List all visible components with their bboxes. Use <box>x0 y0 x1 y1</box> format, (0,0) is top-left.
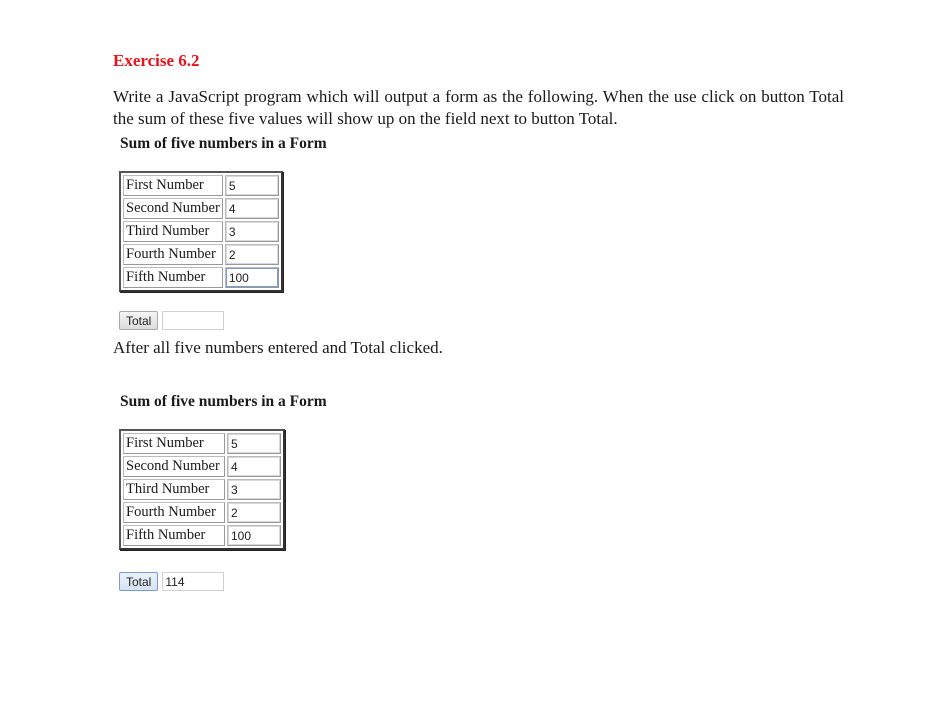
second-number-input[interactable] <box>225 199 278 218</box>
form-row: Third Number <box>123 479 281 500</box>
form-row: First Number <box>123 175 279 196</box>
after-text: After all five numbers entered and Total… <box>113 338 443 357</box>
row-label: Third Number <box>123 479 225 500</box>
form-row: Fifth Number <box>123 525 281 546</box>
fourth-number-input[interactable] <box>228 503 280 522</box>
total-button[interactable]: Total <box>119 572 159 591</box>
fifth-number-input[interactable] <box>228 526 280 545</box>
row-label: Second Number <box>123 456 225 477</box>
row-label: Fifth Number <box>123 267 223 288</box>
form-row: Third Number <box>123 221 279 242</box>
total-output-field[interactable] <box>162 311 225 330</box>
total-output-field[interactable] <box>162 572 225 591</box>
row-label: Second Number <box>123 198 223 219</box>
first-number-input[interactable] <box>225 176 278 195</box>
form-heading-before: Sum of five numbers in a Form <box>120 135 327 152</box>
third-number-input[interactable] <box>225 222 278 241</box>
total-row-after: Total <box>119 572 225 591</box>
total-button[interactable]: Total <box>119 311 159 330</box>
form-row: Fourth Number <box>123 502 281 523</box>
row-label: Fourth Number <box>123 502 225 523</box>
form-row: First Number <box>123 433 281 454</box>
first-number-input[interactable] <box>228 434 280 453</box>
form-row: Second Number <box>123 456 281 477</box>
row-label: Third Number <box>123 221 223 242</box>
form-row: Second Number <box>123 198 279 219</box>
total-row-before: Total <box>119 311 225 330</box>
row-label: First Number <box>123 175 223 196</box>
row-label: Fourth Number <box>123 244 223 265</box>
row-label: Fifth Number <box>123 525 225 546</box>
form-row: Fifth Number <box>123 267 279 288</box>
fourth-number-input[interactable] <box>225 245 278 264</box>
fifth-number-input[interactable] <box>225 268 278 287</box>
second-number-input[interactable] <box>228 457 280 476</box>
numbers-form-after: First Number Second Number Third Number … <box>119 429 285 550</box>
numbers-form-before: First Number Second Number Third Number … <box>119 171 283 292</box>
row-label: First Number <box>123 433 225 454</box>
form-heading-after: Sum of five numbers in a Form <box>120 393 327 410</box>
form-row: Fourth Number <box>123 244 279 265</box>
third-number-input[interactable] <box>228 480 280 499</box>
instructions-text: Write a JavaScript program which will ou… <box>113 87 844 128</box>
exercise-title: Exercise 6.2 <box>113 51 200 70</box>
